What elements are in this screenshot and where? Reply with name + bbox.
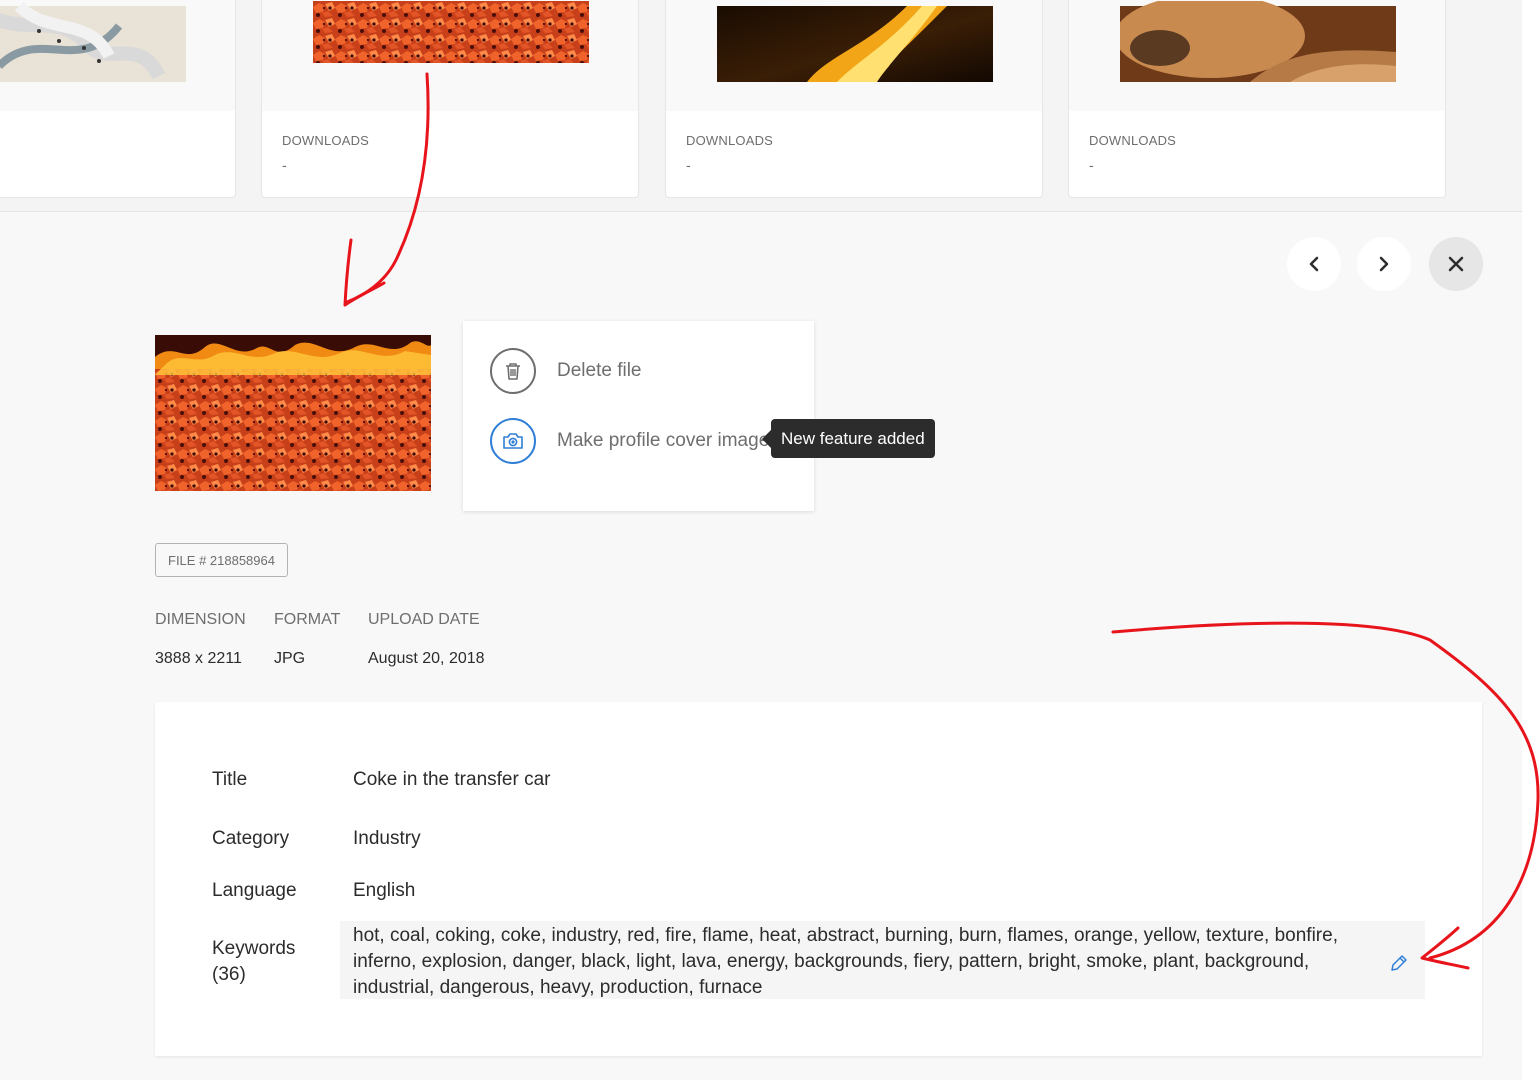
- camera-icon: [503, 433, 523, 449]
- keywords-count: (36): [212, 964, 246, 985]
- title-value[interactable]: Coke in the transfer car: [353, 767, 550, 793]
- dimension-label: DIMENSION: [155, 611, 246, 628]
- keywords-field[interactable]: hot, coal, coking, coke, industry, red, …: [340, 921, 1425, 999]
- file-card[interactable]: DOWNLOADS -: [665, 0, 1043, 198]
- downloads-label: DOWNLOADS: [1089, 133, 1177, 148]
- file-details-panel: Title Coke in the transfer car Category …: [155, 702, 1482, 1056]
- rope-carabiner-image: [0, 1, 186, 82]
- cover-button-circle[interactable]: [490, 418, 536, 464]
- make-cover-label: Make profile cover image: [557, 430, 770, 451]
- chevron-left-icon: [1309, 256, 1319, 272]
- furnace-flame-image: [717, 6, 993, 82]
- make-cover-action[interactable]: Make profile cover image: [490, 417, 769, 465]
- card-image-area: [0, 0, 235, 111]
- file-card[interactable]: DOWNLOADS -: [1068, 0, 1446, 198]
- thumbnail-strip: DOWNLOADS - DOWNLOADS - DOWNLOADS -: [0, 0, 1522, 212]
- delete-button-circle[interactable]: [490, 348, 536, 394]
- file-card[interactable]: DOWNLOADS -: [261, 0, 639, 198]
- format-label: FORMAT: [274, 611, 341, 628]
- delete-file-action[interactable]: Delete file: [490, 347, 642, 395]
- downloads-value: -: [282, 157, 287, 173]
- file-preview-image: [155, 335, 431, 491]
- card-image-area: [666, 0, 1042, 111]
- close-button[interactable]: [1429, 237, 1483, 291]
- file-number-badge: FILE # 218858964: [155, 543, 288, 577]
- dimension-value: 3888 x 2211: [155, 650, 242, 667]
- burning-coke-thumbnail: [313, 1, 589, 63]
- previous-button[interactable]: [1287, 237, 1341, 291]
- chevron-right-icon: [1379, 256, 1389, 272]
- new-feature-tooltip: New feature added: [762, 419, 935, 458]
- card-image-area: [1069, 0, 1445, 111]
- next-button[interactable]: [1357, 237, 1411, 291]
- keywords-value: hot, coal, coking, coke, industry, red, …: [353, 925, 1338, 998]
- close-icon: [1448, 256, 1464, 272]
- keywords-label: Keywords: [212, 938, 296, 959]
- card-image-area: [262, 0, 638, 111]
- format-value: JPG: [274, 650, 306, 667]
- title-label: Title: [212, 769, 248, 790]
- downloads-value: -: [1089, 157, 1094, 173]
- trash-icon: [506, 363, 520, 380]
- scrollbar-track[interactable]: [1522, 0, 1540, 1080]
- delete-file-label: Delete file: [557, 360, 642, 381]
- pencil-icon[interactable]: [1389, 953, 1409, 973]
- language-value[interactable]: English: [353, 878, 415, 904]
- annotation-arrowhead: [343, 238, 386, 307]
- burning-coke-image: [155, 335, 431, 491]
- upload-date-label: UPLOAD DATE: [368, 611, 480, 628]
- dog-paw-image: [1120, 1, 1396, 82]
- upload-date-value: August 20, 2018: [368, 650, 485, 667]
- downloads-label: DOWNLOADS: [686, 133, 774, 148]
- category-label: Category: [212, 828, 290, 849]
- file-card[interactable]: [0, 0, 236, 198]
- file-actions-menu: Delete file Make profile cover image: [463, 321, 814, 511]
- downloads-value: -: [686, 157, 691, 173]
- category-value[interactable]: Industry: [353, 826, 421, 852]
- language-label: Language: [212, 880, 297, 901]
- downloads-label: DOWNLOADS: [282, 133, 370, 148]
